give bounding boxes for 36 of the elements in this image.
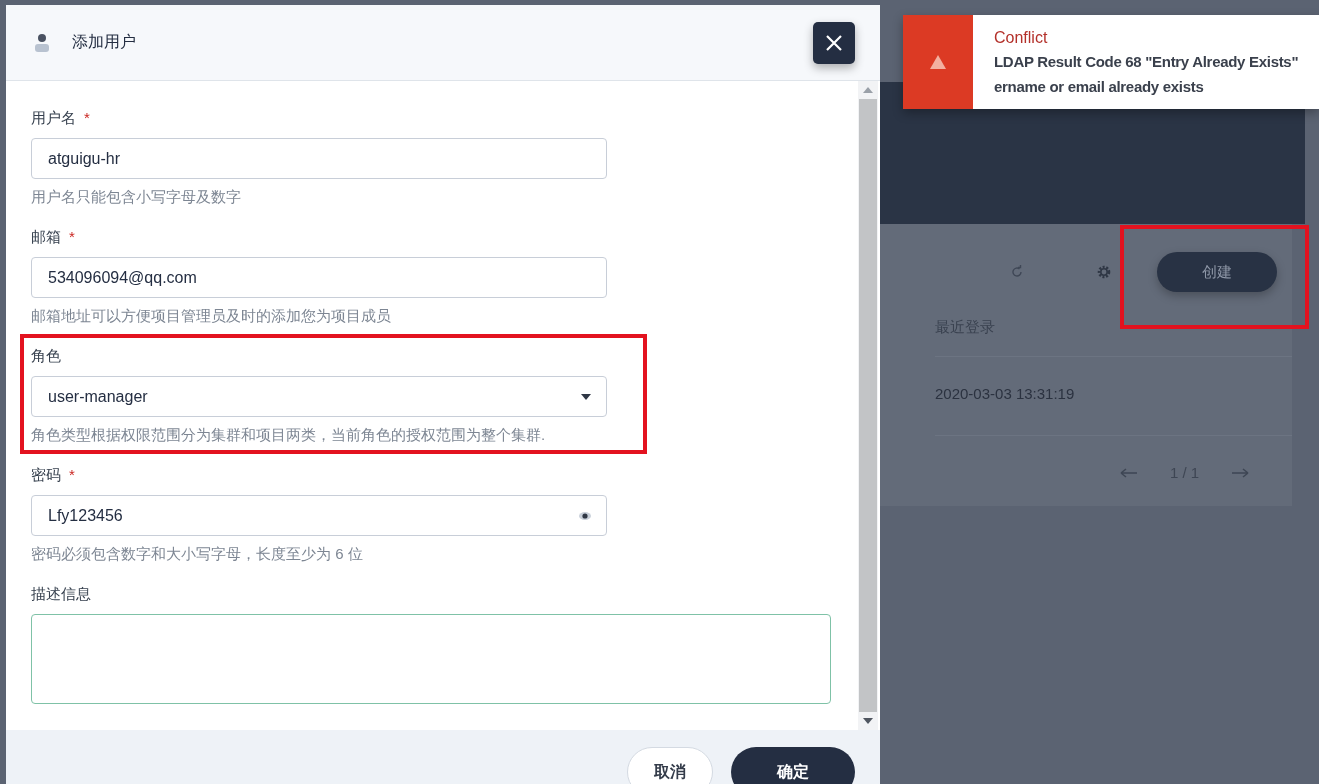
description-field[interactable]	[31, 614, 831, 704]
scrollbar[interactable]	[858, 81, 878, 730]
close-icon	[825, 33, 843, 52]
dialog-title: 添加用户	[72, 32, 137, 52]
eye-icon[interactable]	[578, 510, 592, 521]
field-label: 用户名	[31, 109, 76, 128]
field-label: 密码	[31, 466, 61, 485]
settings-icon[interactable]	[1096, 264, 1112, 280]
field-hint: 用户名只能包含小写字母及数字	[31, 188, 242, 207]
field-label: 邮箱	[31, 228, 61, 247]
text-field[interactable]: atguigu-hr	[31, 138, 607, 179]
field-hint: 角色类型根据权限范围分为集群和项目两类，当前角色的授权范围为整个集群.	[31, 426, 547, 445]
create-button[interactable]: 创建	[1157, 252, 1277, 292]
field-hint: 密码必须包含数字和大小写字母，长度至少为 6 位	[31, 545, 364, 564]
password-field[interactable]: Lfy123456	[31, 495, 607, 536]
cancel-button[interactable]: 取消	[627, 747, 713, 784]
field-label: 角色	[31, 347, 61, 366]
field-label: 描述信息	[31, 585, 91, 604]
table-cell: 2020-03-03 13:31:19	[935, 385, 1075, 402]
next-page-icon[interactable]	[1231, 467, 1250, 478]
required-mark: *	[84, 109, 90, 128]
field-hint: 邮箱地址可以方便项目管理员及时的添加您为项目成员	[31, 307, 392, 326]
warning-icon	[929, 54, 947, 70]
previous-page-icon[interactable]	[1120, 467, 1138, 478]
user-icon	[34, 32, 50, 53]
caret-icon	[580, 392, 592, 401]
notification-message: LDAP Result Code 68 "Entry Already Exists"	[994, 52, 1300, 72]
required-mark: *	[69, 466, 75, 485]
notification-message: ername or email already exists	[994, 77, 1205, 97]
required-mark: *	[69, 228, 75, 247]
close-button[interactable]	[813, 21, 855, 64]
text-field[interactable]: 534096094@qq.com	[31, 257, 607, 298]
refresh-icon[interactable]	[1010, 265, 1024, 279]
confirm-button[interactable]: 确定	[731, 747, 855, 784]
role-dropdown[interactable]: user-manager	[31, 376, 607, 417]
notification-title: Conflict	[994, 28, 1049, 48]
